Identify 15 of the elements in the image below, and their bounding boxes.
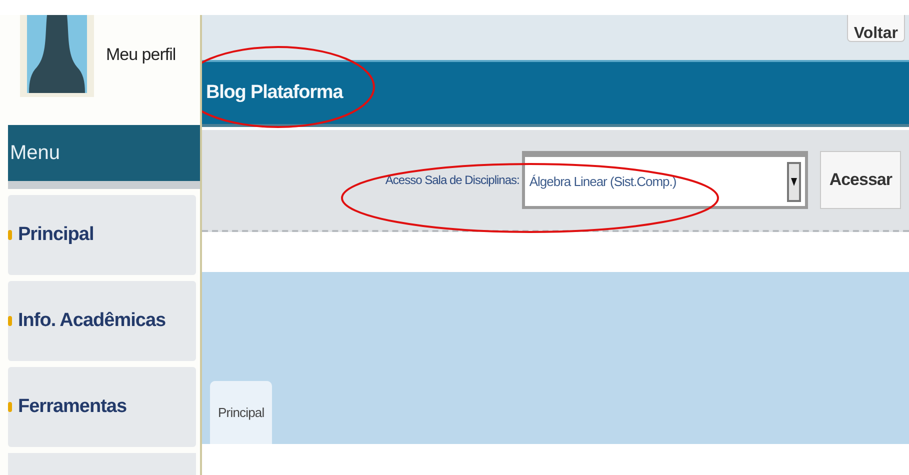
course-select[interactable]: Álgebra Linear (Sist.Comp.) xyxy=(522,151,808,209)
sidebar-item[interactable]: Principal xyxy=(8,195,196,275)
back-button[interactable]: Voltar xyxy=(846,15,905,42)
sidebar-item[interactable]: Ferramentas xyxy=(8,367,196,447)
access-button[interactable]: Acessar xyxy=(820,151,901,209)
profile-link[interactable]: Meu perfil xyxy=(106,45,176,125)
bullet-icon xyxy=(8,402,12,412)
menu-header: Menu xyxy=(8,125,200,189)
bullet-icon xyxy=(8,230,12,240)
sidebar-item[interactable]: Info. Acadêmicas xyxy=(8,281,196,361)
bullet-icon xyxy=(8,316,12,326)
page-title: Blog Plataforma xyxy=(206,82,343,104)
avatar-icon xyxy=(27,15,87,93)
tab[interactable]: Principal xyxy=(210,381,272,444)
access-label: Acesso Sala de Disciplinas: xyxy=(385,173,520,187)
